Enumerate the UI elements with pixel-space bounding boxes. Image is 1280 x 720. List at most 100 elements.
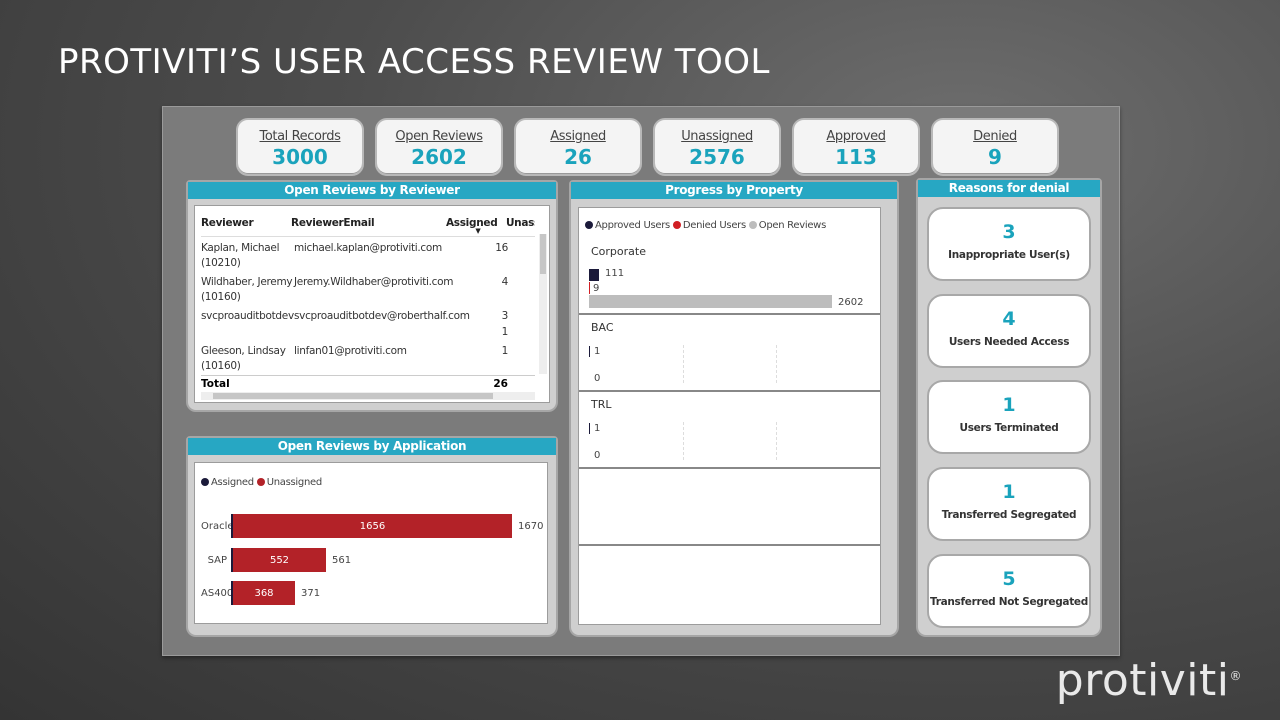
column-header-reviewer[interactable]: Reviewer [201,217,291,229]
property-section-empty [579,469,880,546]
dot-icon [585,221,593,229]
legend-item-unassigned[interactable]: Unassigned [256,477,322,488]
table-row[interactable]: Wildhaber, Jeremy (10160) Jeremy.Wildhab… [201,275,535,305]
property-name: Corporate [591,245,646,258]
dot-icon [672,221,681,229]
cell-assigned: 16 [495,242,508,254]
data-label: 0 [594,373,601,384]
approved-bar[interactable] [589,269,599,281]
table-row[interactable]: 1 [201,325,535,340]
cell-reviewer: svcproauditbotdev [201,310,294,322]
cell-assigned: 1 [501,326,509,338]
kpi-label: Denied [973,129,1017,144]
unassigned-bar[interactable]: 1656 [231,514,512,538]
total-label: Total [201,378,230,390]
kpi-approved[interactable]: Approved 113 [792,118,920,176]
application-panel: Open Reviews by Application Assigned Una… [186,436,558,637]
unassigned-bar[interactable]: 552 [231,548,326,572]
bar-row-as400: AS400 368 371 [201,580,320,606]
table-total-row: Total 26 [201,375,535,390]
kpi-unassigned[interactable]: Unassigned 2576 [653,118,781,176]
category-label: SAP [207,554,227,566]
denial-card-users-needed-access[interactable]: 4 Users Needed Access [927,294,1091,368]
table-row[interactable]: Kaplan, Michael (10210) michael.kaplan@p… [201,241,535,271]
legend-item-approved[interactable]: Approved Users [585,220,670,231]
column-header-assigned[interactable]: Assigned▼ [446,217,500,235]
kpi-label: Open Reviews [395,129,483,144]
legend-item-denied[interactable]: Denied Users [672,220,746,231]
brand-logo: protiviti® [1055,655,1242,706]
kpi-value: 26 [564,145,592,169]
dashboard: Total Records 3000 Open Reviews 2602 Ass… [162,106,1120,656]
data-label: 0 [594,450,601,461]
kpi-open-reviews[interactable]: Open Reviews 2602 [375,118,503,176]
kpi-label: Total Records [259,129,341,144]
column-header-email[interactable]: ReviewerEmail [291,217,446,229]
data-label: 2602 [838,297,864,308]
open-reviews-bar[interactable] [589,295,832,308]
data-label: 1 [594,346,601,357]
denial-reason: Transferred Segregated [941,509,1077,521]
cell-email: Jeremy.Wildhaber@protiviti.com [294,276,454,288]
kpi-label: Unassigned [681,129,753,144]
column-header-unassigned[interactable]: Unass [500,217,535,229]
denial-reason: Users Needed Access [948,336,1070,348]
property-chart: Approved Users Denied Users Open Reviews… [578,207,881,625]
bar-row-sap: SAP 552 561 [201,547,351,573]
kpi-value: 3000 [272,145,328,169]
reviewer-table: Reviewer ReviewerEmail Assigned▼ Unass K… [194,205,550,403]
table-row[interactable]: Gleeson, Lindsay (10160) linfan01@protiv… [201,344,535,374]
category-label: Oracle [201,520,234,532]
dot-icon [256,478,265,486]
denial-reason: Users Terminated [959,422,1059,434]
cell-assigned: 4 [501,276,509,288]
kpi-value: 9 [988,145,1002,169]
denial-card-transferred-not-segregated[interactable]: 5 Transferred Not Segregated [927,554,1091,628]
cell-email [294,325,454,340]
panel-title: Open Reviews by Application [188,438,556,455]
horizontal-scrollbar[interactable] [201,392,535,400]
kpi-assigned[interactable]: Assigned 26 [514,118,642,176]
cell-email: linfan01@protiviti.com [294,345,407,357]
category-label: AS400 [201,587,234,599]
legend-item-open[interactable]: Open Reviews [748,220,826,231]
kpi-total-records[interactable]: Total Records 3000 [236,118,364,176]
data-label: 111 [605,268,625,279]
property-name: BAC [591,321,614,334]
denial-card-users-terminated[interactable]: 1 Users Terminated [927,380,1091,454]
table-row[interactable]: svcproauditbotdev svcproauditbotdev@robe… [201,309,535,324]
approved-bar[interactable] [589,346,590,357]
cell-email: svcproauditbotdev@roberthalf.com [294,310,470,322]
kpi-label: Approved [826,129,886,144]
denial-card-inappropriate-users[interactable]: 3 Inappropriate User(s) [927,207,1091,281]
approved-bar[interactable] [589,423,590,434]
property-name: TRL [591,398,612,411]
kpi-label: Assigned [550,129,606,144]
cell-assigned: 1 [501,345,509,357]
reviewer-panel: Open Reviews by Reviewer Reviewer Review… [186,180,558,412]
kpi-value: 2602 [411,145,467,169]
cell-reviewer: Wildhaber, Jeremy (10160) [201,276,293,303]
denied-bar[interactable] [589,282,590,294]
denial-count: 5 [1002,568,1016,590]
kpi-denied[interactable]: Denied 9 [931,118,1059,176]
legend-item-assigned[interactable]: Assigned [201,477,254,488]
unassigned-bar[interactable]: 368 [231,581,295,605]
panel-title: Reasons for denial [918,180,1100,197]
denial-count: 3 [1002,221,1016,243]
property-section-corporate: Corporate 111 9 2602 [579,238,880,315]
cell-email: michael.kaplan@protiviti.com [294,242,442,254]
cell-reviewer: Gleeson, Lindsay (10160) [201,345,286,372]
bar-row-oracle: Oracle 1656 1670 [201,513,543,539]
property-panel: Progress by Property Approved Users Deni… [569,180,899,637]
denial-card-transferred-segregated[interactable]: 1 Transferred Segregated [927,467,1091,541]
denial-count: 1 [1002,394,1016,416]
denial-reason: Transferred Not Segregated [930,596,1088,608]
vertical-scrollbar[interactable] [539,234,547,374]
property-section-bac: BAC 1 0 [579,315,880,392]
denial-count: 4 [1002,308,1016,330]
property-section-trl: TRL 1 0 [579,392,880,469]
kpi-value: 113 [835,145,877,169]
data-label: 9 [593,283,600,294]
total-value: 26 [493,378,508,390]
